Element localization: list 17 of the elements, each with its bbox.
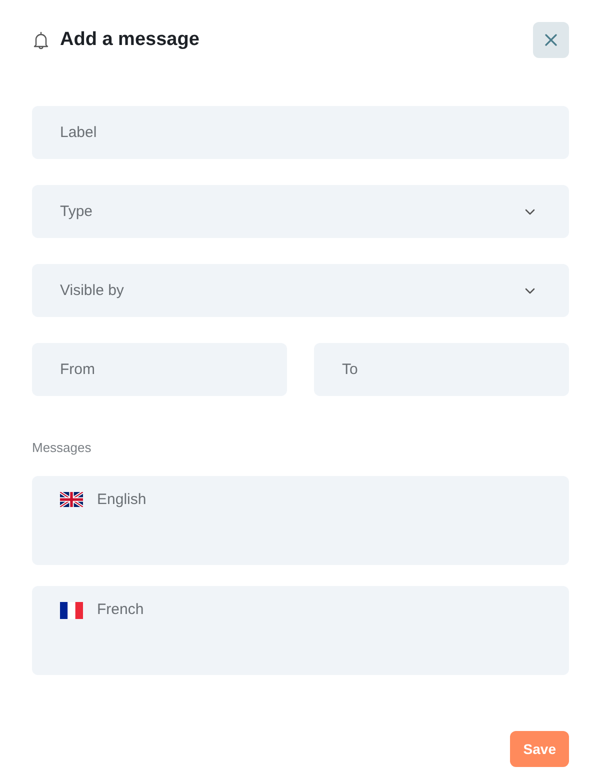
save-button[interactable]: Save	[510, 731, 569, 767]
date-field[interactable]: To	[314, 343, 569, 396]
text-field[interactable]: Label	[32, 106, 569, 159]
chevron-down-icon	[525, 209, 535, 215]
message-field[interactable]: French	[32, 586, 569, 675]
bell-icon	[33, 30, 49, 50]
select-field[interactable]: Type	[32, 185, 569, 238]
section-label: Messages	[32, 440, 92, 456]
date-field[interactable]: From	[32, 343, 287, 396]
select-field[interactable]: Visible by	[32, 264, 569, 317]
chevron-down-icon	[525, 288, 535, 294]
dialog-title: Add a message	[60, 29, 200, 51]
close-icon	[545, 34, 557, 46]
message-field[interactable]: English	[32, 476, 569, 565]
close-button[interactable]	[533, 22, 569, 58]
france-flag-icon	[60, 602, 83, 619]
uk-flag-icon	[60, 492, 83, 507]
